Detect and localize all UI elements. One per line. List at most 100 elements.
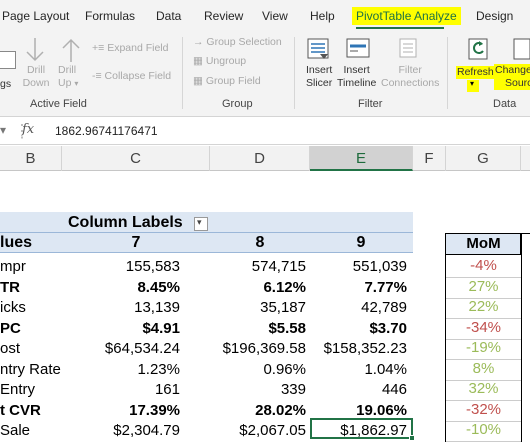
pivot-header-divider	[0, 252, 413, 253]
column-labels-header: Column Labels	[68, 214, 183, 231]
pivot-row-label[interactable]: ost	[0, 340, 20, 357]
tab-view[interactable]: View	[262, 9, 288, 23]
filter-dropdown-icon: ▾	[197, 217, 202, 227]
drill-up-icon	[62, 38, 80, 62]
group-group-label: Group	[222, 98, 253, 110]
tab-design[interactable]: Design	[476, 9, 513, 23]
insert-timeline-button[interactable]: Insert Timeline	[337, 64, 376, 90]
expand-icon: +≡	[92, 42, 105, 54]
mom-value-cell[interactable]: 22%	[446, 298, 521, 315]
ungroup-icon: ▦	[193, 55, 203, 67]
ribbon-tabs: Page Layout Formulas Data Review View He…	[0, 0, 530, 33]
pivot-header-divider	[0, 232, 413, 233]
pivot-value-cell[interactable]: $3.70	[287, 320, 407, 337]
name-box-chevron-icon[interactable]: ▾	[0, 123, 6, 137]
data-group-label: Data	[493, 98, 517, 110]
pivot-value-cell[interactable]: 42,789	[287, 299, 407, 316]
col-header-c[interactable]: C	[62, 146, 210, 171]
mom-value-cell[interactable]: -4%	[446, 257, 521, 274]
group-separator	[447, 37, 448, 109]
insert-timeline-icon	[346, 38, 370, 58]
group-selection-button[interactable]: → Group Selection	[193, 36, 282, 49]
pivot-value-cell[interactable]: $2,304.79	[60, 422, 180, 439]
mom-row-divider	[446, 441, 521, 442]
col-header-d[interactable]: D	[210, 146, 310, 171]
pivot-row-label[interactable]: Entry	[0, 381, 35, 398]
ribbon: gs Drill Down Drill Up ▾ +≡ Expand Field -…	[0, 33, 530, 117]
col-header-f[interactable]: F	[413, 146, 446, 171]
collapse-field-button[interactable]: -≡ Collapse Field	[92, 70, 171, 83]
tab-pivottable-analyze[interactable]: PivotTable Analyze	[352, 7, 461, 25]
change-source-button[interactable]: ChangeSource	[494, 64, 530, 90]
mom-value-cell[interactable]: -10%	[446, 421, 521, 438]
group-field-icon: ▦	[193, 75, 203, 87]
pivot-row-label[interactable]: icks	[0, 299, 26, 316]
drill-down-button[interactable]: Drill Down	[22, 64, 50, 90]
column-labels-filter-button[interactable]: ▾	[194, 217, 208, 231]
pivot-value-cell[interactable]: 13,139	[60, 299, 180, 316]
mom-right-border	[521, 234, 522, 442]
filter-connections-icon	[399, 38, 417, 58]
active-tab-indicator	[356, 27, 444, 29]
col-header-g[interactable]: G	[446, 146, 521, 171]
pivot-row-label[interactable]: Sale	[0, 422, 30, 439]
tab-data[interactable]: Data	[156, 9, 181, 23]
col-label-9: 9	[356, 234, 366, 251]
formula-bar: ▾ ⋮ fx 1862.96741176471	[0, 118, 530, 145]
col-label-8: 8	[255, 234, 265, 251]
column-headers: B C D E F G	[0, 146, 530, 171]
pivot-value-cell[interactable]: 551,039	[287, 258, 407, 275]
drill-up-button[interactable]: Drill Up ▾	[58, 64, 86, 90]
mom-value-cell[interactable]: -19%	[446, 339, 521, 356]
col-label-7: 7	[131, 234, 141, 251]
pivot-value-cell[interactable]: $64,534.24	[60, 340, 180, 357]
pivot-value-cell[interactable]: 8.45%	[60, 279, 180, 296]
values-header: lues	[0, 234, 33, 251]
mom-value-cell[interactable]: 27%	[446, 278, 521, 295]
pivot-value-cell[interactable]: $158,352.23	[287, 340, 407, 357]
pivot-value-cell[interactable]: 17.39%	[60, 402, 180, 419]
refresh-dropdown[interactable]: ▾	[467, 79, 479, 92]
pivot-value-cell[interactable]: 1.23%	[60, 361, 180, 378]
pivot-value-cell[interactable]: $4.91	[60, 320, 180, 337]
group-separator	[294, 37, 295, 109]
pivot-row-label[interactable]: TR	[0, 279, 20, 296]
drill-down-icon	[26, 38, 44, 62]
refresh-button[interactable]: Refresh	[456, 66, 495, 79]
pivot-value-cell[interactable]: 1.04%	[287, 361, 407, 378]
col-header-e[interactable]: E	[310, 146, 413, 171]
tab-help[interactable]: Help	[310, 9, 335, 23]
group-selection-icon: →	[193, 36, 204, 48]
col-header-h[interactable]	[521, 146, 530, 171]
pivot-row-label[interactable]: PC	[0, 320, 21, 337]
ungroup-button[interactable]: ▦ Ungroup	[193, 55, 246, 68]
pivot-row-label[interactable]: t CVR	[0, 402, 41, 419]
mom-value-cell[interactable]: -34%	[446, 319, 521, 336]
insert-function-button[interactable]: fx	[22, 122, 34, 137]
mom-value-cell[interactable]: 8%	[446, 360, 521, 377]
tab-page-layout[interactable]: Page Layout	[2, 9, 69, 23]
pivot-row-label[interactable]: mpr	[0, 258, 26, 275]
pivot-value-cell[interactable]: 155,583	[60, 258, 180, 275]
pivot-value-cell[interactable]: 161	[60, 381, 180, 398]
field-settings-box[interactable]	[0, 51, 16, 69]
filter-group-label: Filter	[358, 98, 383, 110]
mom-value-cell[interactable]: -32%	[446, 401, 521, 418]
fill-handle[interactable]	[409, 435, 415, 441]
mom-value-cell[interactable]: 32%	[446, 380, 521, 397]
pivot-value-cell[interactable]: 446	[287, 381, 407, 398]
refresh-icon	[468, 38, 488, 60]
insert-slicer-icon	[307, 38, 329, 59]
pivot-value-cell[interactable]: 7.77%	[287, 279, 407, 296]
formula-input[interactable]: 1862.96741176471	[55, 124, 158, 138]
insert-slicer-button[interactable]: Insert Slicer	[306, 64, 332, 90]
pivot-row-label[interactable]: ntry Rate	[0, 361, 61, 378]
filter-connections-button[interactable]: Filter Connections	[381, 64, 439, 90]
active-cell-selection[interactable]	[310, 418, 413, 439]
tab-review[interactable]: Review	[204, 9, 243, 23]
pivot-value-cell[interactable]: 19.06%	[287, 402, 407, 419]
expand-field-button[interactable]: +≡ Expand Field	[92, 42, 168, 55]
col-header-b[interactable]: B	[0, 146, 62, 171]
group-field-button[interactable]: ▦ Group Field	[193, 75, 261, 88]
tab-formulas[interactable]: Formulas	[85, 9, 135, 23]
